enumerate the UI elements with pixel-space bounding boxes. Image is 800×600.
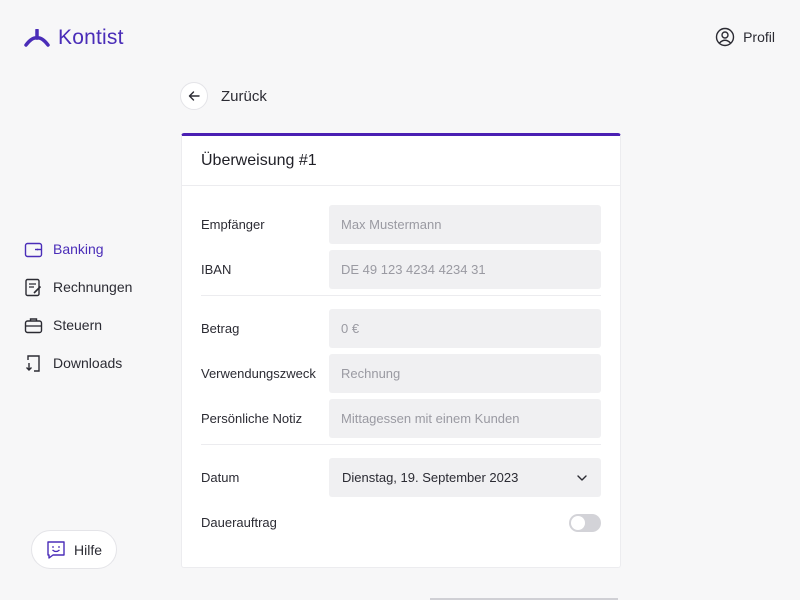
back-circle[interactable] [180, 82, 208, 110]
recipient-label: Empfänger [201, 217, 265, 232]
iban-label: IBAN [201, 262, 232, 277]
date-row: Datum Dienstag, 19. September 2023 [201, 458, 601, 497]
profile-button[interactable]: Profil [715, 27, 775, 47]
invoice-icon [25, 278, 42, 296]
download-document-icon [26, 354, 40, 372]
card-title: Überweisung #1 [182, 136, 620, 186]
back-label: Zurück [221, 87, 267, 105]
user-circle-icon [715, 27, 735, 47]
transfer-form: Empfänger IBAN Betrag Verwendungszweck P… [182, 186, 620, 542]
divider [201, 444, 601, 445]
kontist-logo[interactable]: Kontist [24, 26, 124, 50]
purpose-row: Verwendungszweck [201, 354, 601, 393]
sidebar-item-label: Downloads [53, 355, 123, 371]
iban-input[interactable] [329, 250, 601, 289]
sidebar-item-label: Rechnungen [53, 279, 133, 295]
standing-order-toggle[interactable] [569, 513, 601, 532]
sidebar-item-label: Banking [53, 241, 104, 257]
chat-smiley-icon [47, 540, 65, 559]
arrow-left-icon [188, 91, 200, 101]
sidebar-nav: Banking Rechnungen Steuern Downloads [24, 230, 132, 382]
back-button[interactable]: Zurück [180, 82, 267, 110]
amount-input[interactable] [329, 309, 601, 348]
profile-label: Profil [743, 29, 775, 45]
brand-name: Kontist [58, 26, 124, 49]
note-label: Persönliche Notiz [201, 411, 303, 426]
divider [201, 295, 601, 296]
briefcase-icon [24, 317, 43, 333]
purpose-input[interactable] [329, 354, 601, 393]
help-button[interactable]: Hilfe [31, 530, 117, 569]
sidebar-item-steuern[interactable]: Steuern [24, 306, 132, 344]
sidebar-item-rechnungen[interactable]: Rechnungen [24, 268, 132, 306]
date-value: Dienstag, 19. September 2023 [342, 470, 519, 485]
recipient-row: Empfänger [201, 205, 601, 244]
date-label: Datum [201, 470, 240, 485]
sidebar-item-label: Steuern [53, 317, 103, 333]
wallet-icon [24, 242, 43, 257]
transfer-card: Überweisung #1 Empfänger IBAN Betrag Ver… [181, 133, 621, 568]
amount-label: Betrag [201, 321, 240, 336]
amount-row: Betrag [201, 309, 601, 348]
chevron-down-icon [577, 474, 587, 481]
note-row: Persönliche Notiz [201, 399, 601, 438]
recipient-input[interactable] [329, 205, 601, 244]
standing-order-toggle-wrap [329, 513, 601, 532]
purpose-label: Verwendungszweck [201, 366, 316, 381]
kontist-logo-icon [24, 29, 50, 47]
sidebar-item-banking[interactable]: Banking [24, 230, 132, 268]
iban-row: IBAN [201, 250, 601, 289]
help-label: Hilfe [73, 541, 102, 558]
note-input[interactable] [329, 399, 601, 438]
standing-order-label: Dauerauftrag [201, 515, 277, 530]
sidebar-item-downloads[interactable]: Downloads [24, 344, 132, 382]
toggle-knob [571, 515, 585, 530]
date-select[interactable]: Dienstag, 19. September 2023 [329, 458, 601, 497]
standing-order-row: Dauerauftrag [201, 503, 601, 542]
